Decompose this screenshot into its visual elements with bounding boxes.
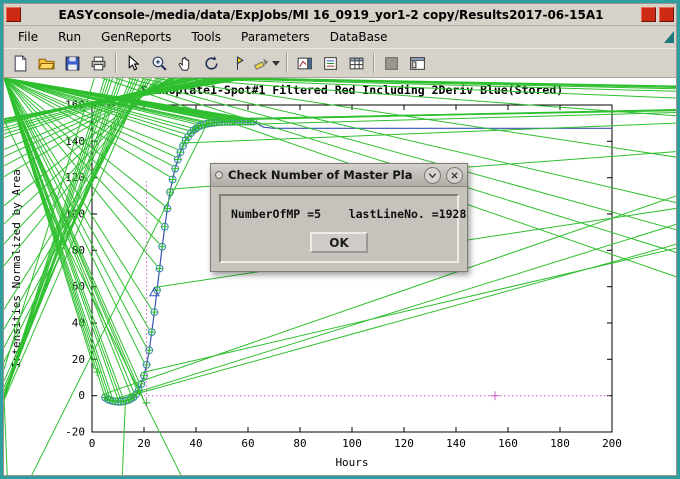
rotate-3d-icon [203,55,220,72]
check-master-plates-dialog: Check Number of Master Pla NumberOfMP =5… [210,163,468,272]
brush-dropdown-icon[interactable] [272,61,280,66]
svg-text:120: 120 [394,437,414,450]
insert-legend-button[interactable] [318,51,343,75]
select-arrow-icon [125,55,142,72]
svg-text:180: 180 [550,437,570,450]
window-title: EASYconsole-/media/data/ExpJobs/MI 16_09… [24,8,638,22]
toolbar-separator [286,53,288,73]
svg-text:200: 200 [602,437,622,450]
zoom-in-button[interactable] [147,51,172,75]
dialog-message: NumberOfMP =5 lastLineNo. =1928 [227,207,451,221]
menubar: File Run GenReports Tools Parameters Dat… [4,26,676,48]
svg-text:-20: -20 [65,426,85,439]
zoom-in-icon [151,55,168,72]
open-folder-icon [38,55,55,72]
svg-text:20: 20 [72,353,85,366]
window-menu-button[interactable] [6,7,21,22]
new-document-icon [12,55,29,72]
svg-text:160: 160 [498,437,518,450]
dialog-titlebar[interactable]: Check Number of Master Pla [211,164,467,187]
titlebar[interactable]: EASYconsole-/media/data/ExpJobs/MI 16_09… [4,4,676,26]
insert-colorbar-icon [296,55,313,72]
toolbar-separator [115,53,117,73]
data-cursor-icon [229,55,246,72]
pan-hand-button[interactable] [173,51,198,75]
figure-area: 020406080100120140160180200-200204060801… [4,78,676,475]
svg-text:100: 100 [342,437,362,450]
svg-text:20: 20 [137,437,150,450]
toolbar [4,48,676,78]
close-button[interactable] [659,7,674,22]
menubar-grip-icon [664,31,674,43]
window-chrome: EASYconsole-/media/data/ExpJobs/MI 16_09… [3,3,677,476]
dialog-panel: NumberOfMP =5 lastLineNo. =1928 OK [219,194,459,263]
plot-canvas: 020406080100120140160180200-200204060801… [4,78,676,475]
dialog-menu-dot-icon [215,171,223,179]
app-window: EASYconsole-/media/data/ExpJobs/MI 16_09… [0,0,680,479]
hide-plot-tools-button[interactable] [379,51,404,75]
hide-plot-tools-icon [383,55,400,72]
open-folder-button[interactable] [34,51,59,75]
print-button[interactable] [86,51,111,75]
svg-text:0: 0 [78,389,85,402]
svg-text:80: 80 [293,437,306,450]
menu-item-run[interactable]: Run [48,28,91,46]
show-plot-tools-icon [409,55,426,72]
dialog-minimize-button[interactable] [424,167,441,184]
chevron-down-icon [428,171,437,180]
rotate-3d-button[interactable] [199,51,224,75]
data-cursor-button[interactable] [225,51,250,75]
svg-text:40: 40 [189,437,202,450]
brush-button[interactable] [251,51,282,75]
select-arrow-button[interactable] [121,51,146,75]
brush-icon [253,55,270,72]
svg-text:Hours: Hours [335,456,368,469]
ok-button[interactable]: OK [310,232,368,253]
dialog-close-button[interactable] [446,167,463,184]
menu-item-file[interactable]: File [8,28,48,46]
svg-text:140: 140 [446,437,466,450]
dialog-body: NumberOfMP =5 lastLineNo. =1928 OK [211,187,467,271]
minimize-button[interactable] [641,7,656,22]
new-document-button[interactable] [8,51,33,75]
menu-item-database[interactable]: DataBase [320,28,398,46]
insert-colorbar-button[interactable] [292,51,317,75]
menu-item-tools[interactable]: Tools [181,28,231,46]
svg-text:60: 60 [241,437,254,450]
toolbar-separator [373,53,375,73]
dialog-title: Check Number of Master Pla [228,168,419,182]
pan-hand-icon [177,55,194,72]
data-table-button[interactable] [344,51,369,75]
show-plot-tools-button[interactable] [405,51,430,75]
save-icon [64,55,81,72]
menu-item-genreports[interactable]: GenReports [91,28,181,46]
data-table-icon [348,55,365,72]
menu-item-parameters[interactable]: Parameters [231,28,320,46]
insert-legend-icon [322,55,339,72]
svg-text:0: 0 [89,437,96,450]
print-icon [90,55,107,72]
save-button[interactable] [60,51,85,75]
close-icon [450,171,459,180]
